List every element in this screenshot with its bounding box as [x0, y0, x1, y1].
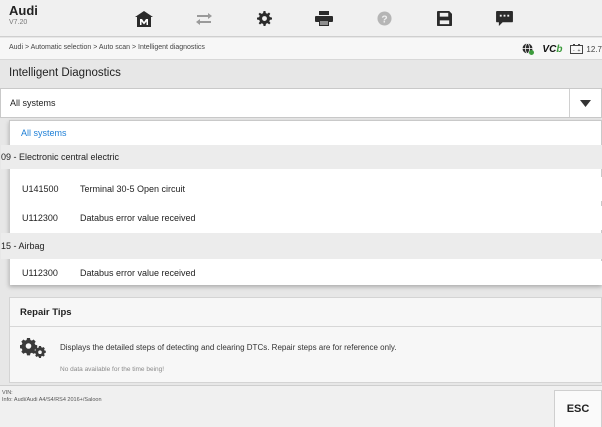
dropdown-toggle[interactable]: [569, 89, 601, 117]
vehicle-swap-button[interactable]: [174, 0, 234, 37]
dtc-description: Databus error value received: [80, 268, 196, 278]
battery-icon: - +: [570, 44, 584, 54]
dtc-description: Databus error value received: [80, 213, 196, 223]
system-dropdown-panel: All systems 09 - Electronic central elec…: [1, 120, 602, 285]
dropdown-group-15[interactable]: 15 - Airbag: [1, 233, 602, 259]
chat-icon: [495, 11, 513, 26]
printer-icon: [315, 11, 333, 26]
repair-tips-empty-note: No data available for the time being!: [60, 366, 165, 373]
repair-tips-title: Repair Tips: [10, 298, 601, 327]
settings-button[interactable]: [234, 0, 294, 37]
help-icon: ?: [376, 11, 392, 26]
vehicle-info-text: Info: Audi/Audi A4/S4/RS4 2016+/Saloon: [2, 397, 102, 403]
repair-tips-description: Displays the detailed steps of detecting…: [60, 343, 397, 352]
network-globe-icon: [522, 43, 535, 55]
home-icon: [135, 10, 153, 27]
vehicle-swap-icon: [196, 12, 212, 25]
home-button[interactable]: [114, 0, 174, 37]
dropdown-option-all-systems[interactable]: All systems: [10, 121, 602, 145]
repair-tips-panel: Repair Tips Displays the detailed steps …: [9, 297, 602, 383]
svg-text:?: ?: [381, 14, 387, 25]
help-button[interactable]: ?: [354, 0, 414, 37]
settings-gear-icon: [256, 11, 272, 26]
breadcrumb-bar: Audi > Automatic selection > Auto scan >…: [0, 38, 602, 60]
save-button[interactable]: [414, 0, 474, 37]
status-area: VCb - + 12.7: [522, 41, 602, 57]
dtc-row[interactable]: U141500 Terminal 30-5 Open circuit: [10, 177, 602, 201]
dtc-row[interactable]: U112300 Databus error value received: [10, 261, 602, 285]
dtc-description: Terminal 30-5 Open circuit: [80, 184, 186, 194]
dtc-code: U112300: [22, 213, 58, 223]
vci-status-badge: VCb: [542, 44, 562, 55]
option-label: All systems: [21, 128, 67, 138]
dtc-code: U112300: [22, 268, 58, 278]
system-select-value: All systems: [10, 98, 56, 108]
svg-text:+: +: [578, 48, 581, 54]
group-label: 15 - Airbag: [1, 241, 45, 251]
save-icon: [436, 11, 452, 26]
vehicle-info: VIN: Info: Audi/Audi A4/S4/RS4 2016+/Sal…: [2, 390, 102, 404]
footer-bar: VIN: Info: Audi/Audi A4/S4/RS4 2016+/Sal…: [0, 385, 602, 427]
dtc-row[interactable]: U112300 Databus error value received: [10, 206, 602, 230]
system-select[interactable]: All systems: [0, 88, 602, 118]
print-button[interactable]: [294, 0, 354, 37]
page-title: Intelligent Diagnostics: [9, 67, 121, 79]
app-version: V7.20: [9, 19, 28, 26]
breadcrumb: Audi > Automatic selection > Auto scan >…: [9, 44, 205, 51]
app-name: Audi: [9, 3, 38, 18]
battery-status: - + 12.7: [570, 44, 602, 54]
chat-button[interactable]: [474, 0, 534, 37]
brand: Audi V7.20: [9, 4, 38, 28]
dropdown-group-09[interactable]: 09 - Electronic central electric: [1, 145, 602, 169]
vci-label-prefix: VC: [542, 43, 557, 55]
vin-label: VIN:: [2, 390, 13, 396]
esc-button[interactable]: ESC: [554, 390, 602, 427]
svg-text:-: -: [573, 48, 575, 54]
vci-label-suffix: b: [556, 43, 563, 55]
battery-voltage: 12.7: [586, 44, 602, 54]
top-toolbar: Audi V7.20 ?: [0, 0, 602, 37]
dtc-code: U141500: [22, 184, 59, 194]
triangle-down-icon: [580, 99, 591, 107]
group-label: 09 - Electronic central electric: [1, 152, 120, 162]
repair-gears-icon: [20, 338, 46, 358]
